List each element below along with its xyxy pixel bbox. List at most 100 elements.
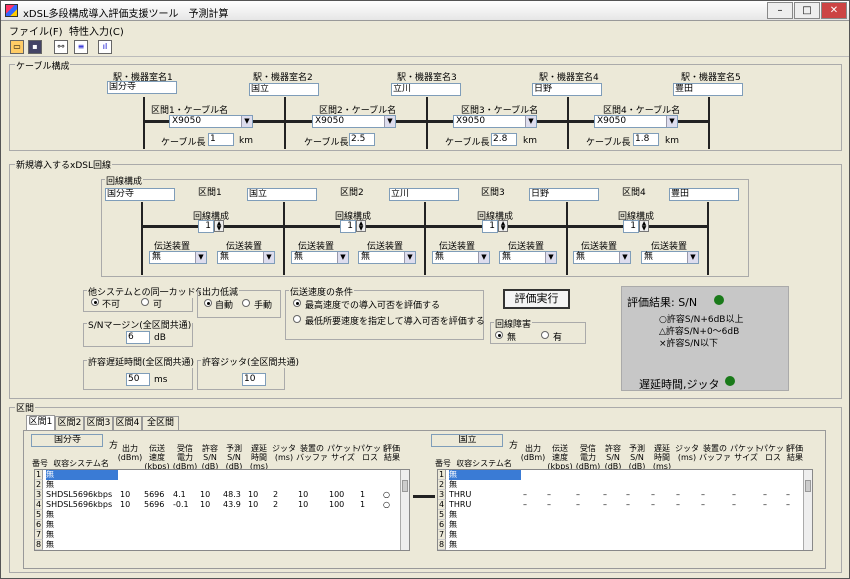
- chart-icon[interactable]: ıl: [98, 40, 112, 54]
- table-row[interactable]: 4 THRU – – – – – – – – – – –: [438, 500, 804, 510]
- station-input-4[interactable]: 日野: [532, 83, 602, 96]
- table-row[interactable]: 1無: [35, 470, 401, 480]
- circuit-station-5[interactable]: 豊田: [669, 188, 739, 201]
- fault-radio-2[interactable]: [541, 331, 549, 339]
- device-select-2a[interactable]: 無 ▼: [291, 251, 349, 264]
- table-cell-jitter: [273, 470, 297, 480]
- length-input-4[interactable]: 1.8: [633, 133, 659, 146]
- device-select-2b[interactable]: 無 ▼: [358, 251, 416, 264]
- table-cell-name: 無: [46, 530, 54, 539]
- crosstalk-opt1: 不可: [102, 300, 121, 310]
- table-scrollbar[interactable]: [400, 470, 409, 550]
- output-radio-1[interactable]: [204, 299, 212, 307]
- table-cell-delay: –: [651, 500, 655, 509]
- table-cell-rx: [576, 470, 602, 480]
- maximize-button[interactable]: □: [794, 2, 820, 19]
- device-select-4b[interactable]: 無 ▼: [641, 251, 699, 264]
- table-cell-out: [120, 510, 142, 520]
- tab-all-sections[interactable]: 全区間: [142, 416, 179, 430]
- length-input-1[interactable]: 1: [208, 133, 234, 146]
- table-cell-asn: [200, 530, 222, 540]
- save-icon[interactable]: ▪: [28, 40, 42, 54]
- output-radio-2[interactable]: [242, 299, 250, 307]
- circuit-line-5: [707, 202, 709, 275]
- table-cell-speed: [144, 470, 172, 480]
- left-table-header: 受信 電力 (dBm): [172, 444, 198, 471]
- table-row[interactable]: 6無: [35, 520, 401, 530]
- config-spinner-2[interactable]: ▲ ▼: [356, 220, 366, 232]
- table-cell-asn: 10: [200, 490, 211, 499]
- table-row[interactable]: 5無: [438, 510, 804, 520]
- config-value-2[interactable]: 1: [340, 220, 356, 233]
- device-select-3a[interactable]: 無 ▼: [432, 251, 490, 264]
- station-input-3[interactable]: 立川: [391, 83, 461, 96]
- table-row[interactable]: 7無: [438, 530, 804, 540]
- length-input-2[interactable]: 2.5: [349, 133, 375, 146]
- cable-select-2[interactable]: X9050 ▼: [312, 115, 396, 128]
- table-row[interactable]: 3 THRU – – – – – – – – – – –: [438, 490, 804, 500]
- table-cell-speed: [144, 530, 172, 540]
- device-select-4a[interactable]: 無 ▼: [573, 251, 631, 264]
- device-select-3b[interactable]: 無 ▼: [499, 251, 557, 264]
- tab-section-1[interactable]: 区間1: [26, 415, 55, 430]
- config-spinner-1[interactable]: ▲ ▼: [214, 220, 224, 232]
- device-select-1a[interactable]: 無 ▼: [149, 251, 207, 264]
- table-cell-psn: [223, 510, 247, 520]
- length-input-3[interactable]: 2.8: [491, 133, 517, 146]
- config-spinner-4[interactable]: ▲ ▼: [639, 220, 649, 232]
- settings-icon[interactable]: ≡: [74, 40, 88, 54]
- minimize-button[interactable]: –: [767, 2, 793, 19]
- snmargin-input[interactable]: 6: [126, 331, 150, 344]
- evaluate-button[interactable]: 評価実行: [503, 289, 570, 309]
- table-row[interactable]: 5無: [35, 510, 401, 520]
- circuit-station-4[interactable]: 日野: [529, 188, 599, 201]
- cable-select-4[interactable]: X9050 ▼: [594, 115, 678, 128]
- tab-section-3[interactable]: 区間3: [84, 416, 113, 430]
- table-row[interactable]: 8無: [35, 540, 401, 550]
- network-icon[interactable]: ⚯: [54, 40, 68, 54]
- config-value-1[interactable]: 1: [198, 220, 214, 233]
- config-spinner-3[interactable]: ▲ ▼: [498, 220, 508, 232]
- jitter-input[interactable]: 10: [242, 373, 266, 386]
- table-cell-speed: [144, 510, 172, 520]
- open-icon[interactable]: ▭: [10, 40, 24, 54]
- fault-radio-1[interactable]: [495, 331, 503, 339]
- app-icon: [5, 4, 18, 17]
- station-input-1[interactable]: 国分寺: [107, 81, 177, 94]
- crosstalk-opt2: 可: [153, 300, 163, 310]
- table-row[interactable]: 4 SHDSL5696kbps 10 5696 -0.1 10 43.9 10 2 10 100 1 ○: [35, 500, 401, 510]
- circuit-station-2[interactable]: 国立: [247, 188, 317, 201]
- circuit-station-3[interactable]: 立川: [389, 188, 459, 201]
- circuit-station-1[interactable]: 国分寺: [105, 188, 175, 201]
- config-value-3[interactable]: 1: [482, 220, 498, 233]
- close-button[interactable]: ✕: [821, 2, 847, 19]
- table-row[interactable]: 2無: [35, 480, 401, 490]
- table-row[interactable]: 1無: [438, 470, 804, 480]
- station-input-5[interactable]: 豊田: [673, 83, 743, 96]
- section-title: 区間: [15, 401, 36, 414]
- device-select-1b[interactable]: 無 ▼: [217, 251, 275, 264]
- table-row[interactable]: 8無: [438, 540, 804, 550]
- right-station: 国立: [431, 434, 503, 447]
- table-row[interactable]: 3 SHDSL5696kbps 10 5696 4.1 10 48.3 10 2 10 100 1 ○: [35, 490, 401, 500]
- cable-select-3[interactable]: X9050 ▼: [453, 115, 537, 128]
- cable-select-1[interactable]: X9050 ▼: [169, 115, 253, 128]
- speed-radio-2[interactable]: [293, 315, 301, 323]
- menu-input[interactable]: 特性入力(C): [69, 23, 124, 38]
- table-row[interactable]: 2無: [438, 480, 804, 490]
- delay-input[interactable]: 50: [126, 373, 150, 386]
- table-scrollbar[interactable]: [803, 470, 812, 550]
- speed-radio-1[interactable]: [293, 299, 301, 307]
- config-value-4[interactable]: 1: [623, 220, 639, 233]
- left-data-grid[interactable]: 1 無 2 無 3 SHDSL5696kbps 10 5696 4.1 10 48.3 10 2 10 10…: [34, 469, 410, 551]
- table-row[interactable]: 6無: [438, 520, 804, 530]
- table-cell-psn: –: [626, 490, 630, 499]
- right-data-grid[interactable]: 1 無 2 無 3 THRU – – – – – – – – – – –4 THRU – – – – – – – – – – –5 無 6 無…: [437, 469, 813, 551]
- menu-file[interactable]: ファイル(F): [9, 23, 63, 38]
- tab-section-4[interactable]: 区間4: [113, 416, 142, 430]
- crosstalk-radio-1[interactable]: [91, 298, 99, 306]
- tab-section-2[interactable]: 区間2: [55, 416, 84, 430]
- station-input-2[interactable]: 国立: [249, 83, 319, 96]
- table-row[interactable]: 7無: [35, 530, 401, 540]
- crosstalk-radio-2[interactable]: [141, 298, 149, 306]
